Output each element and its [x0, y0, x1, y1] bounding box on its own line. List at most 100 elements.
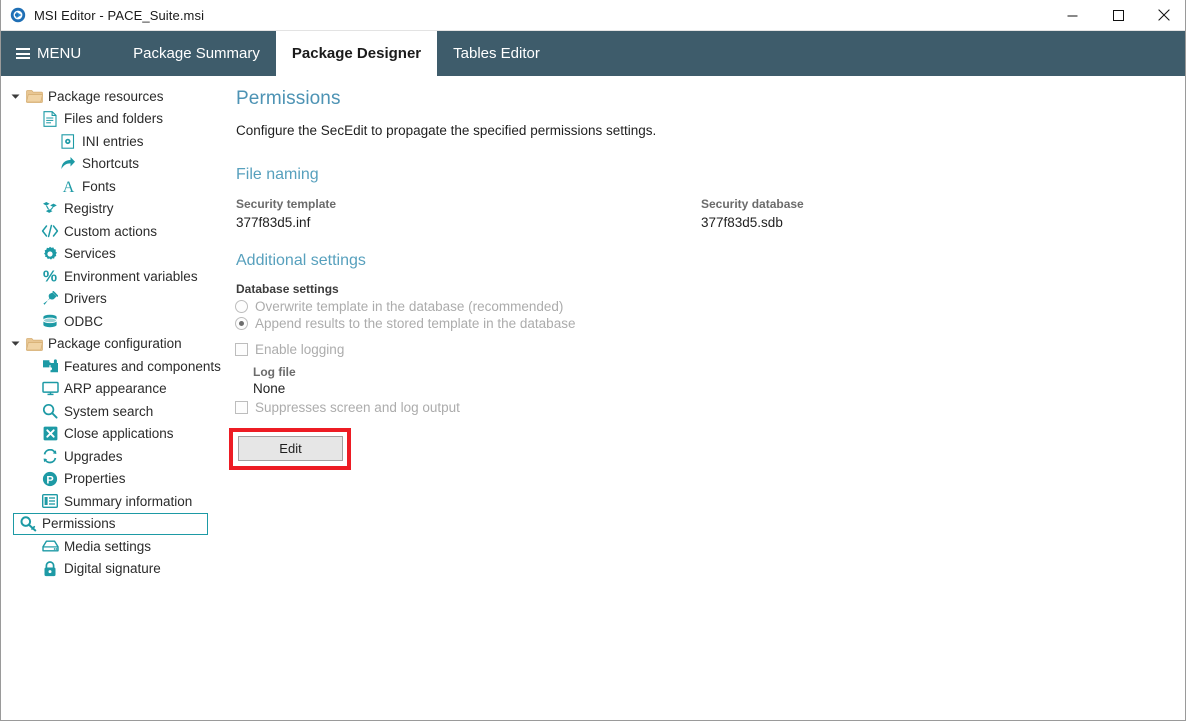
checkbox-label: Suppresses screen and log output — [255, 400, 460, 415]
section-heading-file-naming: File naming — [236, 166, 319, 183]
sidebar-item-label: Close applications — [64, 426, 174, 442]
radio-unchecked-icon[interactable] — [235, 300, 248, 313]
database-settings-label: Database settings — [236, 282, 339, 296]
page-description: Configure the SecEdit to propagate the s… — [236, 123, 657, 138]
sidebar-item-files-and-folders[interactable]: Files and folders — [1, 108, 229, 131]
radio-append-results[interactable]: Append results to the stored template in… — [235, 316, 575, 331]
minimize-button[interactable] — [1049, 0, 1095, 30]
sidebar-item-label: INI entries — [82, 133, 144, 149]
checkbox-enable-logging[interactable]: Enable logging — [235, 342, 344, 357]
sidebar-item-services[interactable]: Services — [1, 243, 229, 266]
sidebar-item-label: Custom actions — [64, 223, 158, 239]
sidebar-item-label: Fonts — [82, 178, 116, 194]
sidebar-item-odbc[interactable]: ODBC — [1, 310, 229, 333]
svg-text:A: A — [62, 179, 74, 194]
sidebar-item-system-search[interactable]: System search — [1, 400, 229, 423]
key-magnifier-icon — [17, 516, 39, 532]
section-heading-additional-settings: Additional settings — [236, 252, 366, 269]
sidebar-item-label: Registry — [64, 201, 114, 217]
security-template-label: Security template — [236, 197, 337, 211]
checkbox-label: Enable logging — [255, 342, 345, 357]
sidebar-item-label: Summary information — [64, 493, 193, 509]
sidebar-item-upgrades[interactable]: Upgrades — [1, 445, 229, 468]
refresh-arrows-icon — [39, 448, 61, 464]
sidebar-item-drivers[interactable]: Drivers — [1, 288, 229, 311]
gear-icon — [39, 246, 61, 262]
checkbox-unchecked-icon[interactable] — [235, 401, 248, 414]
sidebar-item-label: Shortcuts — [82, 156, 140, 172]
menu-button[interactable]: MENU — [1, 31, 99, 76]
edit-button-label: Edit — [279, 441, 302, 456]
navigation-sidebar: Package resources Files and folders INI … — [1, 76, 229, 719]
sidebar-item-media-settings[interactable]: Media settings — [1, 535, 229, 558]
sidebar-item-features-and-components[interactable]: Features and components — [1, 355, 229, 378]
main-content: Permissions Configure the SecEdit to pro… — [229, 76, 1185, 719]
window-title: MSI Editor - PACE_Suite.msi — [34, 7, 205, 23]
sidebar-item-ini-entries[interactable]: INI entries — [1, 130, 229, 153]
svg-text:P: P — [46, 474, 53, 486]
tab-tables-editor[interactable]: Tables Editor — [437, 31, 556, 76]
chevron-down-icon[interactable] — [7, 93, 23, 100]
magnifier-icon — [39, 403, 61, 419]
folder-open-icon — [23, 337, 45, 351]
title-bar: MSI Editor - PACE_Suite.msi — [1, 0, 1185, 31]
app-header: MENU Package Summary Package Designer Ta… — [1, 31, 1185, 76]
sidebar-item-custom-actions[interactable]: Custom actions — [1, 220, 229, 243]
sidebar-item-label: Features and components — [64, 358, 221, 374]
sidebar-item-summary-information[interactable]: Summary information — [1, 490, 229, 513]
database-icon — [39, 314, 61, 329]
sidebar-item-shortcuts[interactable]: Shortcuts — [1, 153, 229, 176]
document-icon — [39, 110, 61, 127]
tab-bar: Package Summary Package Designer Tables … — [117, 31, 556, 76]
radio-checked-icon[interactable] — [235, 317, 248, 330]
edit-button[interactable]: Edit — [238, 436, 343, 461]
radio-label: Overwrite template in the database (reco… — [255, 299, 564, 314]
list-panel-icon — [39, 494, 61, 509]
x-square-icon — [39, 426, 61, 441]
tab-label: Package Designer — [291, 45, 422, 62]
sidebar-item-label: ARP appearance — [64, 381, 167, 397]
sidebar-group-package-resources[interactable]: Package resources — [1, 85, 229, 108]
checkbox-unchecked-icon[interactable] — [235, 343, 248, 356]
lock-icon — [39, 560, 61, 577]
puzzle-piece-icon — [39, 359, 61, 374]
close-button[interactable] — [1141, 0, 1185, 30]
checkbox-suppress-output[interactable]: Suppresses screen and log output — [235, 400, 460, 415]
radio-label: Append results to the stored template in… — [255, 316, 576, 331]
security-database-value: 377f83d5.sdb — [701, 215, 783, 230]
sidebar-item-label: ODBC — [64, 313, 104, 329]
percent-icon: % — [39, 268, 61, 285]
pace-suite-logo-icon — [10, 7, 26, 23]
sidebar-item-fonts[interactable]: A Fonts — [1, 175, 229, 198]
msi-editor-window: MSI Editor - PACE_Suite.msi MENU Package… — [0, 0, 1186, 721]
sidebar-item-label: Digital signature — [64, 561, 161, 577]
maximize-button[interactable] — [1095, 0, 1141, 30]
registry-blocks-icon — [39, 201, 61, 216]
chevron-down-icon[interactable] — [7, 340, 23, 347]
sidebar-group-package-configuration[interactable]: Package configuration — [1, 333, 229, 356]
sidebar-item-environment-variables[interactable]: % Environment variables — [1, 265, 229, 288]
tab-package-summary[interactable]: Package Summary — [117, 31, 276, 76]
page-title: Permissions — [236, 88, 341, 109]
maximize-icon — [1112, 9, 1124, 21]
code-brackets-icon — [39, 224, 61, 238]
menu-button-label: MENU — [37, 45, 82, 62]
p-circle-icon: P — [39, 471, 61, 487]
monitor-icon — [39, 381, 61, 396]
sidebar-item-permissions[interactable]: Permissions — [1, 512, 229, 536]
shortcut-arrow-icon — [57, 156, 79, 171]
sidebar-item-properties[interactable]: P Properties — [1, 468, 229, 491]
sidebar-item-digital-signature[interactable]: Digital signature — [1, 558, 229, 581]
sidebar-item-arp-appearance[interactable]: ARP appearance — [1, 378, 229, 401]
sidebar-group-label: Package resources — [48, 88, 164, 104]
ini-file-icon — [57, 134, 79, 149]
log-file-label: Log file — [253, 365, 296, 379]
sidebar-item-close-applications[interactable]: Close applications — [1, 423, 229, 446]
window-controls — [1049, 0, 1185, 30]
log-file-value: None — [253, 381, 286, 396]
folder-open-icon — [23, 89, 45, 104]
sidebar-item-label: Services — [64, 246, 116, 262]
radio-overwrite-template[interactable]: Overwrite template in the database (reco… — [235, 299, 563, 314]
sidebar-item-registry[interactable]: Registry — [1, 198, 229, 221]
tab-package-designer[interactable]: Package Designer — [275, 31, 438, 76]
